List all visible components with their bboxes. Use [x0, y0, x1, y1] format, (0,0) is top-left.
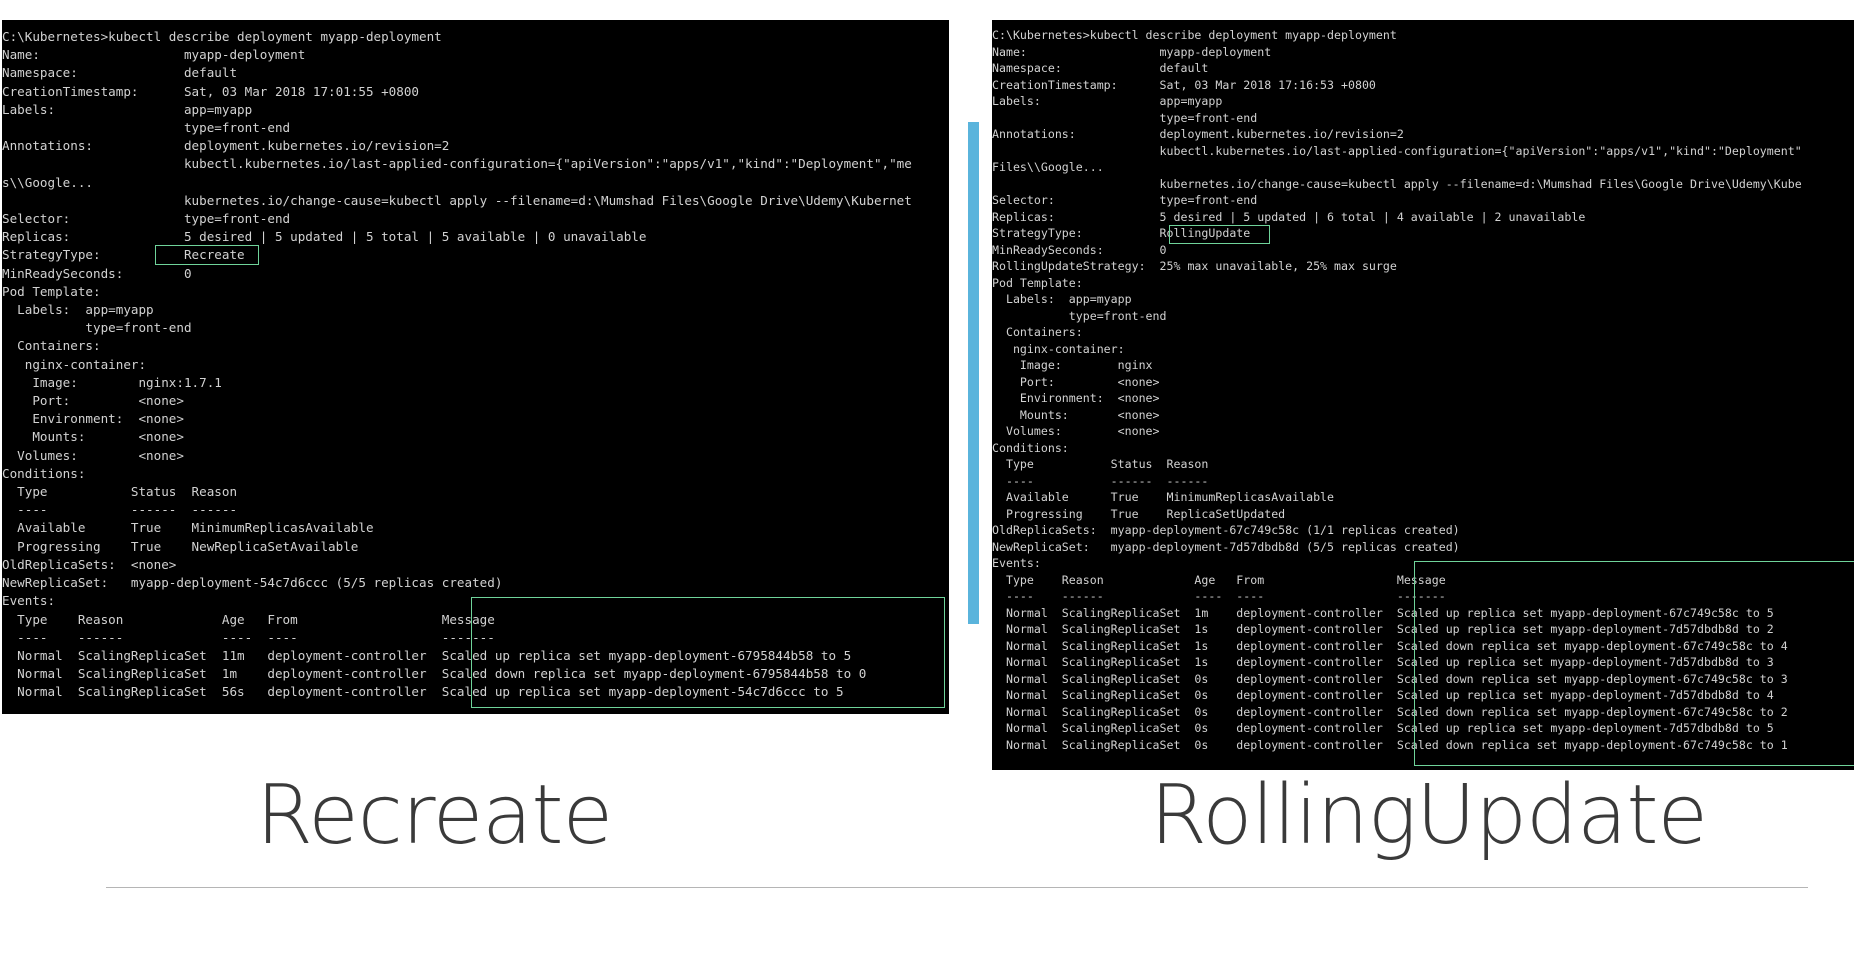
- terminal-line: type=front-end: [992, 308, 1167, 323]
- terminal-line: nginx-container:: [992, 341, 1125, 356]
- terminal-line: Type Status Reason: [2, 484, 238, 500]
- terminal-line: Volumes: <none>: [992, 424, 1160, 438]
- terminal-line: Mounts: <none>: [992, 407, 1160, 422]
- terminal-line: s\\Google...: [2, 174, 93, 190]
- strategy-type-highlight: [155, 245, 259, 265]
- terminal-line: C:\Kubernetes>kubectl describe deploymen…: [992, 28, 1397, 42]
- terminal-line: ---- ------ ------: [2, 502, 238, 518]
- terminal-line: Conditions:: [2, 465, 86, 481]
- terminal-line: OldReplicaSets: <none>: [2, 556, 177, 572]
- terminal-line: Conditions:: [992, 440, 1069, 455]
- terminal-line: Type Status Reason: [992, 457, 1209, 471]
- caption-rolling-update: RollingUpdate: [1150, 768, 1708, 863]
- terminal-line: nginx-container:: [2, 356, 147, 372]
- terminal-line: Replicas: 5 desired | 5 updated | 6 tota…: [992, 209, 1586, 224]
- terminal-line: Containers:: [992, 325, 1083, 339]
- terminal-line: Progressing True NewReplicaSetAvailable: [2, 538, 359, 554]
- terminal-line: Image: nginx: [992, 358, 1153, 372]
- terminal-line: Files\\Google...: [992, 160, 1104, 174]
- terminal-line: type=front-end: [2, 120, 291, 136]
- terminal-line: C:\Kubernetes>kubectl describe deploymen…: [2, 29, 442, 44]
- terminal-line: Available True MinimumReplicasAvailable: [992, 490, 1335, 504]
- events-message-highlight: [471, 597, 945, 708]
- terminal-line: StrategyType: Recreate: [2, 247, 245, 263]
- terminal-line: Pod Template:: [2, 283, 101, 299]
- terminal-line: Labels: app=myapp: [2, 302, 154, 318]
- terminal-line: Port: <none>: [992, 374, 1160, 389]
- terminal-line: RollingUpdateStrategy: 25% max unavailab…: [992, 259, 1397, 273]
- terminal-line: Environment: <none>: [2, 411, 184, 427]
- terminal-line: Environment: <none>: [992, 391, 1160, 405]
- terminal-line: kubectl.kubernetes.io/last-applied-confi…: [992, 143, 1802, 158]
- terminal-line: Pod Template:: [992, 275, 1083, 290]
- terminal-line: kubernetes.io/change-cause=kubectl apply…: [992, 176, 1802, 191]
- terminal-recreate: C:\Kubernetes>kubectl describe deploymen…: [2, 20, 949, 714]
- terminal-line: Port: <none>: [2, 393, 184, 409]
- terminal-line: ---- ------ ------: [992, 473, 1209, 488]
- terminal-line: StrategyType: RollingUpdate: [992, 226, 1251, 240]
- terminal-line: CreationTimestamp: Sat, 03 Mar 2018 17:0…: [2, 83, 420, 99]
- terminal-line: kubernetes.io/change-cause=kubectl apply…: [2, 192, 912, 208]
- terminal-line: Mounts: <none>: [2, 429, 184, 445]
- accent-bar: [968, 122, 979, 624]
- caption-recreate: Recreate: [256, 768, 613, 863]
- terminal-line: Replicas: 5 desired | 5 updated | 5 tota…: [2, 229, 647, 245]
- terminal-line: Name: myapp-deployment: [992, 44, 1272, 59]
- terminal-rolling-update: C:\Kubernetes>kubectl describe deploymen…: [992, 20, 1854, 770]
- divider: [106, 887, 1808, 888]
- terminal-line: MinReadySeconds: 0: [992, 242, 1167, 257]
- terminal-line: NewReplicaSet: myapp-deployment-7d57dbdb…: [992, 539, 1460, 554]
- strategy-type-highlight: [1169, 225, 1270, 244]
- terminal-line: Namespace: default: [992, 61, 1209, 75]
- terminal-line: Containers:: [2, 338, 101, 354]
- terminal-line: Labels: app=myapp: [992, 94, 1223, 108]
- terminal-line: Progressing True ReplicaSetUpdated: [992, 506, 1286, 521]
- terminal-line: MinReadySeconds: 0: [2, 265, 192, 281]
- terminal-line: Labels: app=myapp: [992, 292, 1132, 306]
- terminal-line: CreationTimestamp: Sat, 03 Mar 2018 17:1…: [992, 77, 1376, 92]
- terminal-line: NewReplicaSet: myapp-deployment-54c7d6cc…: [2, 575, 503, 591]
- terminal-line: Available True MinimumReplicasAvailable: [2, 520, 374, 536]
- terminal-line: Namespace: default: [2, 65, 238, 81]
- terminal-line: kubectl.kubernetes.io/last-applied-confi…: [2, 156, 912, 172]
- terminal-line: Volumes: <none>: [2, 447, 184, 463]
- terminal-line: type=front-end: [992, 110, 1258, 125]
- terminal-line: Name: myapp-deployment: [2, 47, 306, 63]
- terminal-line: Image: nginx:1.7.1: [2, 374, 222, 390]
- terminal-line: Annotations: deployment.kubernetes.io/re…: [2, 138, 450, 154]
- terminal-line: OldReplicaSets: myapp-deployment-67c749c…: [992, 523, 1460, 537]
- terminal-line: type=front-end: [2, 320, 192, 336]
- terminal-line: Selector: type=front-end: [2, 211, 291, 227]
- terminal-line: Annotations: deployment.kubernetes.io/re…: [992, 127, 1404, 141]
- terminal-line: Selector: type=front-end: [992, 193, 1258, 207]
- terminal-line: Labels: app=myapp: [2, 101, 253, 117]
- events-message-highlight: [1414, 561, 1854, 766]
